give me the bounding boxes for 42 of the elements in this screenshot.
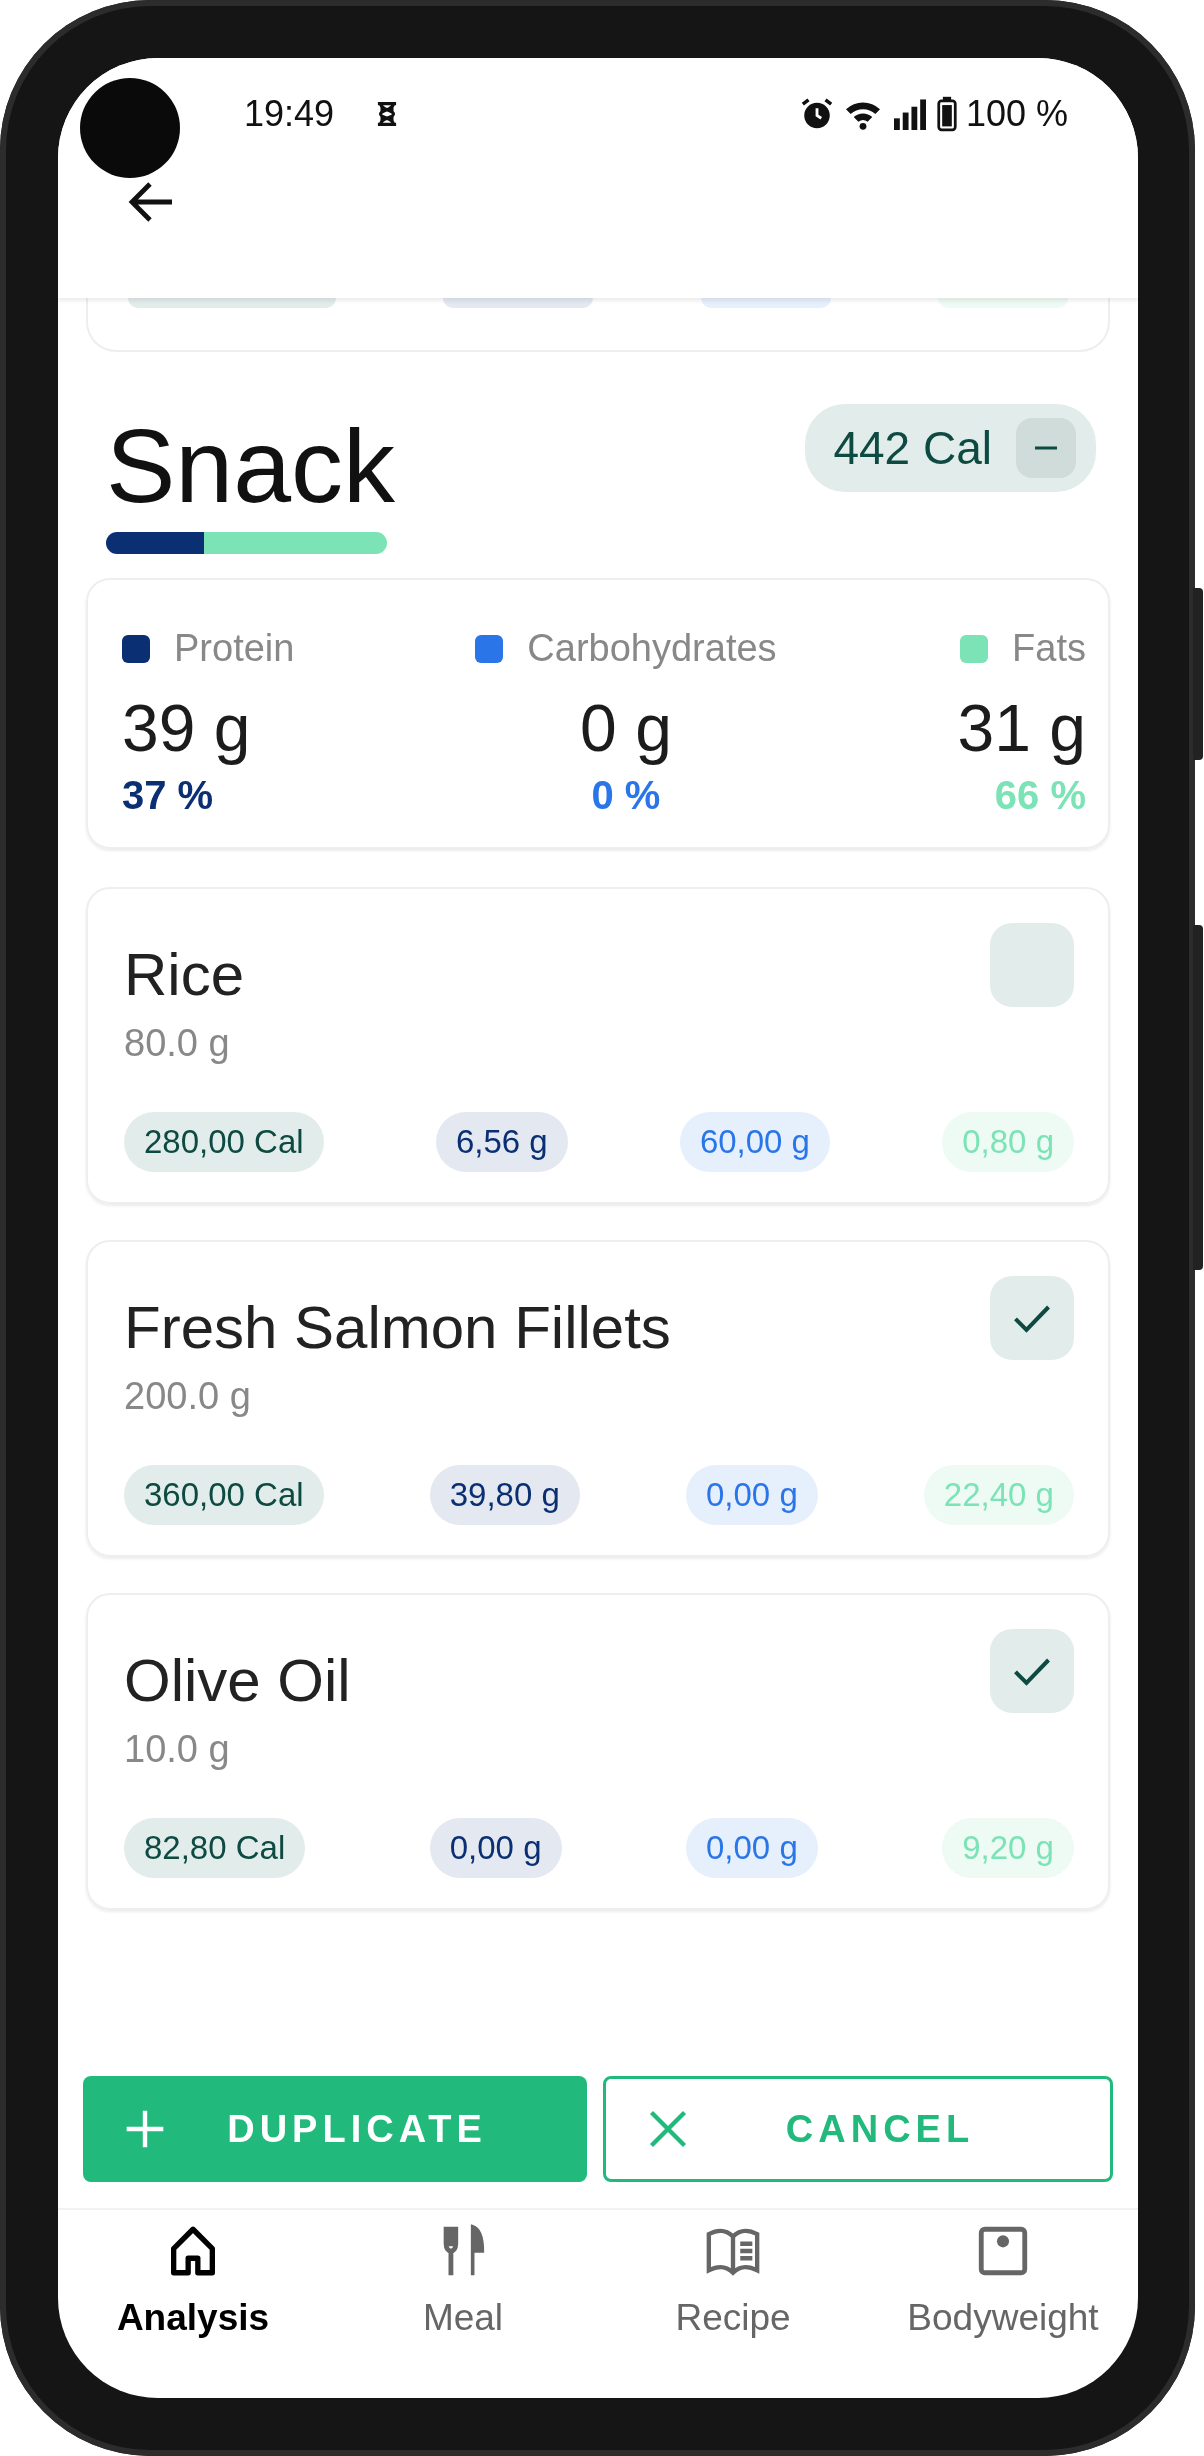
macro-percent: 37 % [122,775,214,815]
food-name: Olive Oil [124,1651,351,1711]
nutrient-pill: 22,40 g [923,1465,1074,1525]
food-weight: 80.0 g [124,1021,231,1066]
macro-label: Carbohydrates [527,626,777,671]
nav-tab[interactable]: Recipe [598,2210,868,2358]
food-card[interactable]: Fresh Salmon Fillets 200.0 g 360,00 Cal 39,80 g 0,00 g 22,40 g [86,1240,1110,1557]
signal-icon [891,98,928,130]
checkbox[interactable] [990,1629,1074,1713]
food-name: Rice [124,945,245,1005]
food-weight: 10.0 g [124,1727,231,1772]
clock: 19:49 [244,92,335,136]
minus-icon[interactable] [1016,418,1076,478]
food-card[interactable]: Olive Oil 10.0 g 82,80 Cal 0,00 g 0,00 g 9,20 g [86,1593,1110,1910]
meal-title: Snack [106,414,396,518]
nutrient-pill: 82,80 Cal [124,1818,306,1878]
checkbox[interactable] [990,923,1074,1007]
nutrient-pill: 39,80 g [429,1465,580,1525]
nutrient-pill: 280,00 Cal [124,1112,324,1172]
nutrient-pill: 6,56 g [435,1112,568,1172]
nutrient-pill: 0,00 g [686,1818,818,1878]
nutrient-pill: 60,00 g [679,1112,830,1172]
food-card[interactable]: Rice 80.0 g 280,00 Cal 6,56 g 60,00 g 0,80 g [86,887,1110,1204]
macro-percent: 66 % [994,775,1086,815]
calorie-total: 442 Cal [833,420,992,476]
nutrient-pill: 9,20 g [942,1818,1074,1878]
nutrient-pill: 0,00 g [686,1465,818,1525]
calorie-chip[interactable]: 442 Cal [805,404,1096,492]
nutrient-pill: 0,00 g [429,1818,562,1878]
battery-icon [935,95,958,133]
nutrient-pill: 0,80 g [942,1112,1074,1172]
nav-tab[interactable]: Analysis [58,2210,328,2358]
macro-label: Protein [174,626,295,671]
food-weight: 200.0 g [124,1374,252,1419]
nav-tab[interactable]: Bodyweight [868,2210,1138,2358]
checkbox[interactable] [990,1276,1074,1360]
macro-percent: 0 % [591,775,661,815]
battery-level: 100 % [965,92,1068,136]
macro-label: Fats [1012,626,1086,671]
nutrient-pill: 360,00 Cal [124,1465,324,1525]
nav-tab[interactable]: Meal [328,2210,598,2358]
food-name: Fresh Salmon Fillets [124,1298,671,1358]
